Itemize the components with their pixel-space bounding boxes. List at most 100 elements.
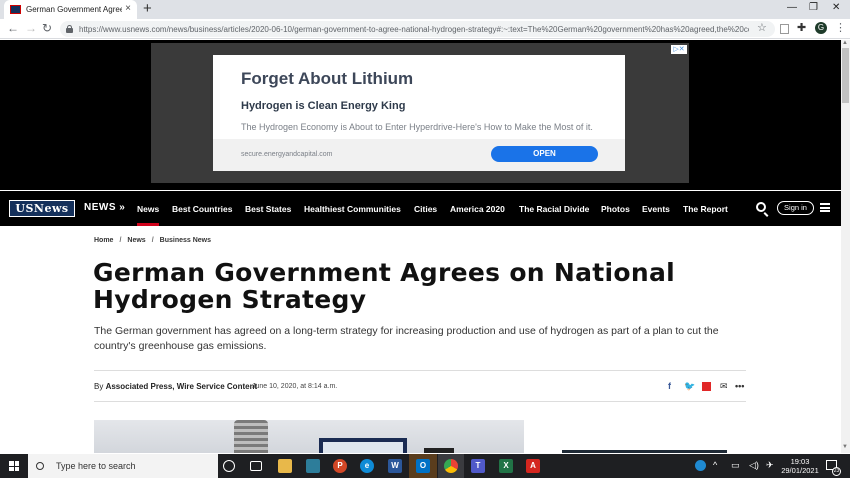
active-nav-indicator (137, 223, 159, 226)
ad-body: The Hydrogen Economy is About to Enter H… (241, 122, 593, 132)
ad-domain: secure.energyandcapital.com (241, 151, 333, 158)
nav-link-news[interactable]: News (137, 204, 159, 214)
lock-icon (66, 25, 73, 33)
clock-date: 29/01/2021 (781, 466, 819, 475)
app-icon[interactable] (306, 459, 320, 473)
nav-link-best-countries[interactable]: Best Countries (172, 204, 232, 214)
outlook-icon[interactable]: O (416, 459, 430, 473)
breadcrumb-news[interactable]: News (127, 237, 145, 244)
ad-open-button[interactable]: OPEN (491, 146, 598, 162)
scroll-thumb[interactable] (842, 48, 849, 103)
notification-count-badge: 23 (832, 467, 841, 476)
new-tab-button[interactable]: + (143, 1, 152, 17)
page-viewport: ▷✕ Forget About Lithium Hydrogen is Clea… (0, 40, 841, 453)
task-view-icon[interactable] (250, 461, 262, 471)
byline-source: , Wire Service Content (172, 382, 258, 391)
acrobat-icon[interactable]: A (526, 459, 540, 473)
weather-tray-icon[interactable] (695, 460, 706, 471)
back-icon[interactable]: ← (7, 21, 19, 36)
divider (94, 401, 746, 402)
ad-card[interactable]: Forget About Lithium Hydrogen is Clean E… (213, 55, 625, 171)
address-bar[interactable]: https://www.usnews.com/news/business/art… (60, 21, 775, 37)
breadcrumb: Home / News / Business News (94, 237, 211, 244)
windows-taskbar: Type here to search P e W O T X A ^ ▭ ◁)… (0, 454, 850, 478)
windows-start-icon[interactable] (9, 461, 19, 471)
breadcrumb-business-news[interactable]: Business News (160, 237, 211, 244)
scroll-up-icon[interactable]: ▲ (842, 40, 848, 46)
nav-link-healthiest-communities[interactable]: Healthiest Communities (304, 204, 401, 214)
nav-link-racial-divide[interactable]: The Racial Divide (519, 204, 589, 214)
edge-icon[interactable]: e (360, 459, 374, 473)
ad-banner-area: ▷✕ Forget About Lithium Hydrogen is Clea… (0, 40, 841, 190)
tab-title: German Government Agrees on (26, 5, 122, 14)
url-text: https://www.usnews.com/news/business/art… (79, 24, 749, 34)
ad-headline[interactable]: Forget About Lithium (241, 69, 413, 89)
email-icon[interactable]: ✉ (720, 381, 728, 391)
battery-icon[interactable]: ▭ (731, 460, 740, 471)
nav-link-best-states[interactable]: Best States (245, 204, 291, 214)
browser-tab[interactable]: German Government Agrees on × (4, 0, 137, 19)
byline-prefix: By (94, 382, 104, 391)
nav-link-photos[interactable]: Photos (601, 204, 630, 214)
taskbar-clock[interactable]: 19:03 29/01/2021 (770, 457, 830, 475)
forward-icon[interactable]: → (25, 21, 37, 36)
profile-avatar[interactable]: G (815, 22, 827, 34)
sign-in-button[interactable]: Sign in (777, 201, 814, 215)
chrome-icon[interactable] (444, 459, 458, 473)
teams-icon[interactable]: T (471, 459, 485, 473)
article-summary: The German government has agreed on a lo… (94, 325, 719, 352)
search-icon[interactable] (756, 202, 766, 212)
hero-image-screen (319, 438, 407, 453)
site-navigation: USNews NEWS » News Best Countries Best S… (0, 191, 841, 226)
cortana-icon[interactable] (223, 460, 235, 472)
breadcrumb-home[interactable]: Home (94, 237, 113, 244)
close-tab-icon[interactable]: × (125, 3, 131, 15)
facebook-icon[interactable]: f (668, 381, 671, 391)
news-section-brand[interactable]: NEWS » (84, 202, 125, 213)
publish-date: June 10, 2020, at 8:14 a.m. (252, 383, 338, 390)
article-headline: German Government Agrees on National Hyd… (93, 258, 676, 314)
file-explorer-icon[interactable] (278, 459, 292, 473)
ad-frame: ▷✕ Forget About Lithium Hydrogen is Clea… (151, 43, 689, 183)
scroll-down-icon[interactable]: ▼ (842, 444, 848, 450)
browser-toolbar: ← → ↻ https://www.usnews.com/news/busine… (0, 19, 850, 39)
excel-icon[interactable]: X (499, 459, 513, 473)
powerpoint-icon[interactable]: P (333, 459, 347, 473)
taskbar-search[interactable]: Type here to search (28, 454, 218, 478)
hero-image-coil (234, 420, 268, 453)
taskbar-search-placeholder: Type here to search (56, 461, 136, 471)
breadcrumb-separator: / (119, 237, 122, 244)
usnews-logo[interactable]: USNews (9, 200, 75, 217)
close-window-icon[interactable]: ✕ (832, 2, 840, 13)
extension-icon[interactable] (780, 24, 789, 34)
minimize-icon[interactable]: — (787, 2, 797, 13)
more-icon[interactable]: ••• (735, 381, 744, 391)
volume-icon[interactable]: ◁) (749, 460, 759, 471)
page-scrollbar[interactable]: ▲ ▼ (841, 40, 850, 453)
ad-subhead: Hydrogen is Clean Energy King (241, 100, 406, 112)
nav-link-the-report[interactable]: The Report (683, 204, 728, 214)
hero-image-device (424, 448, 454, 453)
byline-author[interactable]: Associated Press (106, 382, 173, 391)
bookmark-star-icon[interactable]: ☆ (757, 21, 767, 34)
browser-tabstrip: German Government Agrees on × + — ❐ ✕ (0, 0, 850, 19)
search-icon (36, 462, 44, 470)
browser-menu-icon[interactable]: ⋮ (835, 21, 846, 34)
twitter-icon[interactable]: 🐦 (684, 381, 695, 391)
article-hero-image (94, 420, 524, 453)
nav-link-events[interactable]: Events (642, 204, 670, 214)
show-hidden-icons-icon[interactable]: ^ (713, 460, 717, 470)
nav-link-america-2020[interactable]: America 2020 (450, 204, 505, 214)
sidebar-ad[interactable] (562, 450, 727, 453)
adchoices-icon[interactable]: ▷✕ (671, 45, 687, 54)
puzzle-extensions-icon[interactable]: ✚ (797, 21, 806, 34)
word-icon[interactable]: W (388, 459, 402, 473)
restore-icon[interactable]: ❐ (809, 2, 818, 13)
byline: By Associated Press, Wire Service Conten… (94, 382, 257, 391)
flipboard-icon[interactable] (702, 382, 711, 391)
nav-link-cities[interactable]: Cities (414, 204, 437, 214)
usnews-favicon-icon (10, 5, 21, 14)
reload-icon[interactable]: ↻ (42, 21, 52, 36)
hamburger-menu-icon[interactable] (820, 203, 830, 212)
breadcrumb-separator: / (151, 237, 154, 244)
